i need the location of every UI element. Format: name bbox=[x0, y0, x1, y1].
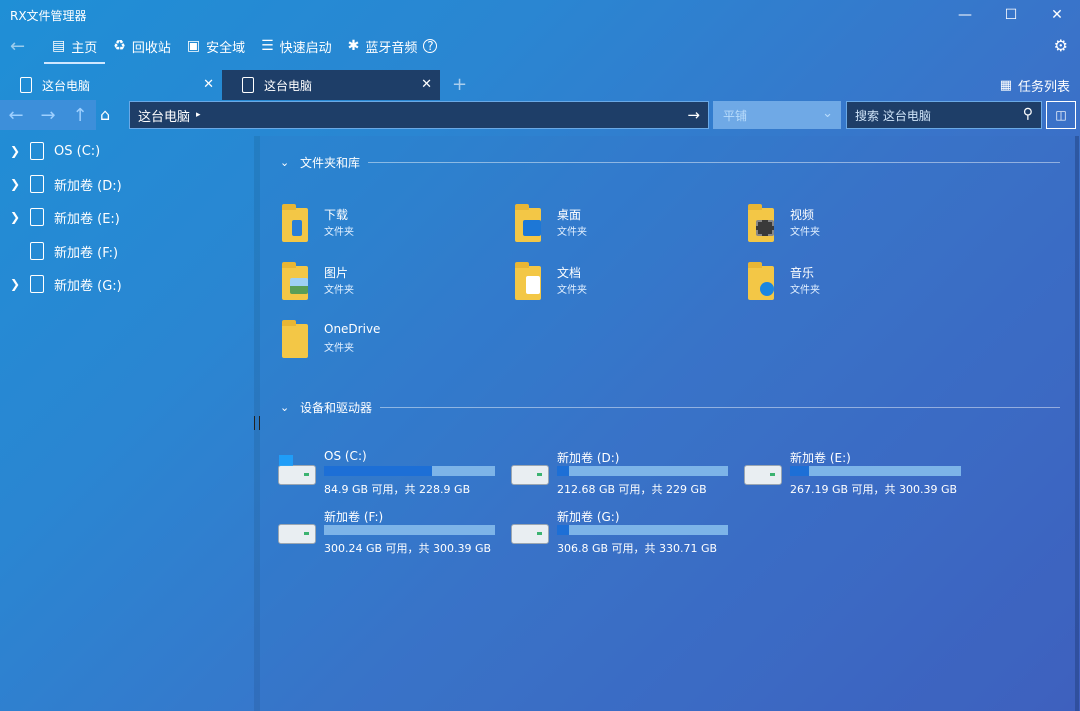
hard-drive-icon bbox=[744, 465, 782, 485]
document-icon bbox=[242, 77, 254, 93]
sidebar-item-f[interactable]: 新加卷 (F:) bbox=[0, 236, 118, 266]
tab-this-pc-1[interactable]: 这台电脑 ✕ bbox=[0, 70, 222, 100]
drive-d[interactable]: 新加卷 (D:) 212.68 GB 可用，共 229 GB bbox=[511, 449, 741, 497]
app-title: RX文件管理器 bbox=[10, 9, 87, 23]
chevron-down-icon: ⌄ bbox=[822, 106, 833, 121]
breadcrumb-arrow-icon[interactable]: ▸ bbox=[196, 110, 201, 120]
close-button[interactable]: ✕ bbox=[1034, 0, 1080, 30]
menu-item-safe[interactable]: ▣ 安全域 bbox=[179, 30, 253, 62]
forward-icon[interactable]: → bbox=[40, 105, 55, 126]
chevron-down-icon[interactable]: ⌄ bbox=[280, 156, 300, 169]
menu-item-quicklaunch[interactable]: ☰ 快速启动 bbox=[253, 30, 340, 62]
drive-c[interactable]: OS (C:) 84.9 GB 可用，共 228.9 GB bbox=[278, 449, 508, 497]
home-icon[interactable]: ⌂ bbox=[100, 105, 110, 124]
folder-video-icon bbox=[748, 204, 774, 242]
safe-icon: ▣ bbox=[186, 38, 201, 54]
window-controls: — ☐ ✕ bbox=[942, 0, 1080, 30]
folder-onedrive[interactable]: OneDrive 文件夹 bbox=[282, 320, 482, 368]
drive-icon bbox=[30, 208, 44, 226]
drive-icon bbox=[30, 142, 44, 160]
folder-pictures[interactable]: 图片 文件夹 bbox=[282, 262, 482, 310]
app-window: RX文件管理器 — ☐ ✕ ← ▤ 主页 ♻ 回收站 ▣ 安全域 ☰ 快速启动 ✱ 蓝牙音… bbox=[0, 0, 1080, 711]
windows-logo-icon bbox=[279, 455, 293, 466]
drive-e[interactable]: 新加卷 (E:) 267.19 GB 可用，共 300.39 GB bbox=[744, 449, 974, 497]
toggle-pane-button[interactable]: ◫ bbox=[1046, 101, 1076, 129]
menu-item-bluetooth[interactable]: ✱ 蓝牙音频? bbox=[340, 30, 446, 62]
hard-drive-icon bbox=[511, 465, 549, 485]
bluetooth-icon: ✱ bbox=[347, 38, 360, 54]
up-icon[interactable]: ↑ bbox=[72, 105, 87, 126]
menu-item-recycle[interactable]: ♻ 回收站 bbox=[105, 30, 179, 62]
address-bar[interactable]: 这台电脑 ▸ → bbox=[129, 101, 709, 129]
chevron-right-icon[interactable]: ❯ bbox=[0, 277, 30, 291]
menu-item-home[interactable]: ▤ 主页 bbox=[44, 30, 106, 64]
drive-g[interactable]: 新加卷 (G:) 306.8 GB 可用，共 330.71 GB bbox=[511, 508, 741, 556]
sidebar-item-c[interactable]: ❯ OS (C:) bbox=[0, 136, 100, 166]
recycle-icon: ♻ bbox=[113, 38, 126, 54]
folder-desktop[interactable]: 桌面 文件夹 bbox=[515, 204, 715, 252]
tab-bar: 这台电脑 ✕ 这台电脑 ✕ + ▦ 任务列表 bbox=[0, 70, 1080, 100]
minimize-button[interactable]: — bbox=[942, 0, 988, 30]
content-area: ⌄ 文件夹和库 下载 文件夹 桌面 文件夹 视频 文件夹 图片 文件夹 文档 文… bbox=[260, 136, 1079, 711]
sidebar-item-d[interactable]: ❯ 新加卷 (D:) bbox=[0, 169, 122, 199]
usage-bar bbox=[790, 466, 961, 476]
folder-picture-icon bbox=[282, 262, 308, 300]
hard-drive-icon bbox=[278, 524, 316, 544]
usage-bar bbox=[557, 525, 728, 535]
drive-f[interactable]: 新加卷 (F:) 300.24 GB 可用，共 300.39 GB bbox=[278, 508, 508, 556]
hard-drive-icon bbox=[278, 465, 316, 485]
nav-arrows: ← → ↑ bbox=[0, 100, 96, 130]
folder-music-icon bbox=[748, 262, 774, 300]
navigation-row: ← → ↑ ⌂ 这台电脑 ▸ → 平铺 ⌄ 搜索 这台电脑 ⚲ ◫ bbox=[0, 100, 1080, 132]
chevron-right-icon[interactable]: ❯ bbox=[0, 177, 30, 191]
search-input[interactable]: 搜索 这台电脑 ⚲ bbox=[846, 101, 1042, 129]
folder-download-icon bbox=[282, 204, 308, 242]
maximize-button[interactable]: ☐ bbox=[988, 0, 1034, 30]
sidebar-item-g[interactable]: ❯ 新加卷 (G:) bbox=[0, 269, 122, 299]
folder-documents[interactable]: 文档 文件夹 bbox=[515, 262, 715, 310]
sidebar-item-e[interactable]: ❯ 新加卷 (E:) bbox=[0, 202, 120, 232]
drive-icon bbox=[30, 275, 44, 293]
list-icon: ☰ bbox=[261, 38, 274, 54]
folder-videos[interactable]: 视频 文件夹 bbox=[748, 204, 948, 252]
add-tab-icon[interactable]: + bbox=[452, 74, 467, 95]
folder-downloads[interactable]: 下载 文件夹 bbox=[282, 204, 482, 252]
clipboard-icon: ▦ bbox=[999, 78, 1012, 93]
divider bbox=[380, 406, 1060, 408]
usage-bar bbox=[557, 466, 728, 476]
sidebar-tree: ❯ OS (C:) ❯ 新加卷 (D:) ❯ 新加卷 (E:) 新加卷 (F:)… bbox=[0, 136, 254, 706]
close-tab-icon[interactable]: ✕ bbox=[421, 77, 432, 92]
chevron-down-icon[interactable]: ⌄ bbox=[280, 401, 300, 414]
close-tab-icon[interactable]: ✕ bbox=[203, 77, 214, 92]
folder-document-icon bbox=[515, 262, 541, 300]
go-arrow-icon[interactable]: → bbox=[687, 106, 700, 124]
folder-desktop-icon bbox=[515, 204, 541, 242]
section-header-libraries[interactable]: ⌄ 文件夹和库 bbox=[280, 151, 1060, 173]
address-text: 这台电脑 bbox=[138, 109, 191, 125]
back-arrow-icon[interactable]: ← bbox=[10, 36, 25, 57]
back-icon[interactable]: ← bbox=[8, 105, 23, 126]
folder-icon bbox=[282, 320, 308, 358]
layout-dropdown[interactable]: 平铺 ⌄ bbox=[713, 101, 841, 129]
section-header-drives[interactable]: ⌄ 设备和驱动器 bbox=[280, 396, 1060, 418]
home-window-icon: ▤ bbox=[52, 38, 66, 54]
document-icon bbox=[20, 77, 32, 93]
hard-drive-icon bbox=[511, 524, 549, 544]
drive-icon bbox=[30, 175, 44, 193]
usage-bar bbox=[324, 525, 495, 535]
divider bbox=[368, 161, 1060, 163]
help-icon[interactable]: ? bbox=[423, 39, 438, 53]
search-icon[interactable]: ⚲ bbox=[1023, 106, 1033, 122]
chevron-right-icon[interactable]: ❯ bbox=[0, 144, 30, 158]
drive-icon bbox=[30, 242, 44, 260]
task-list-button[interactable]: ▦ 任务列表 bbox=[1000, 76, 1070, 95]
tab-this-pc-2[interactable]: 这台电脑 ✕ bbox=[222, 70, 440, 100]
menu-bar: ← ▤ 主页 ♻ 回收站 ▣ 安全域 ☰ 快速启动 ✱ 蓝牙音频? ⚙ bbox=[0, 30, 1080, 64]
chevron-right-icon[interactable]: ❯ bbox=[0, 210, 30, 224]
folder-music[interactable]: 音乐 文件夹 bbox=[748, 262, 948, 310]
title-bar: RX文件管理器 — ☐ ✕ bbox=[0, 0, 1080, 30]
settings-gear-icon[interactable]: ⚙ bbox=[1054, 36, 1068, 55]
usage-bar bbox=[324, 466, 495, 476]
